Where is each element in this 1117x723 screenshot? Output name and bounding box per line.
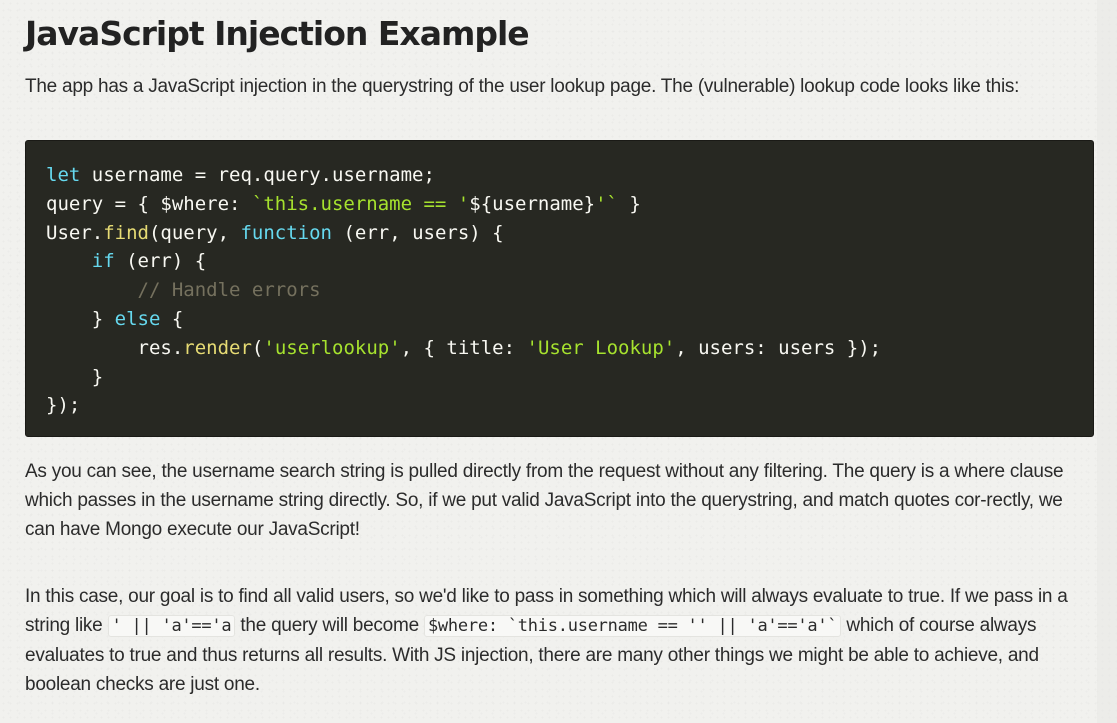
explanation-paragraph: As you can see, the username search stri… (25, 461, 1064, 540)
code-keyword: let (46, 164, 81, 186)
code-text: query = { $where: (46, 192, 252, 215)
code-text: username = req.query.username; (80, 164, 435, 186)
code-block: let username = req.query.username; query… (25, 140, 1094, 437)
code-keyword: if (91, 250, 115, 273)
code-line-4: if (err) { (46, 247, 1073, 276)
page-edge-shade (1097, 0, 1117, 723)
code-line-5: // Handle errors (46, 276, 1073, 305)
code-text: }); (46, 394, 81, 417)
inline-code-payload: ' || 'a'=='a (107, 615, 236, 637)
code-line-9: }); (46, 391, 1073, 420)
code-keyword: else (114, 307, 161, 330)
code-text: ${username} (469, 192, 596, 215)
code-line-3: User.find(query, function (err, users) { (46, 219, 1073, 248)
code-text: } (617, 192, 641, 215)
code-line-7: res.render('userlookup', { title: 'User … (46, 334, 1073, 363)
code-text: , users: users }); (675, 336, 882, 359)
code-line-2: query = { $where: `this.username == '${u… (46, 190, 1073, 219)
code-line-1: let username = req.query.username; (46, 161, 1073, 190)
injection-paragraph: In this case, our goal is to find all va… (25, 582, 1095, 699)
code-text: (query, (148, 221, 241, 244)
code-function-name: render (183, 336, 252, 359)
code-text: (err, users) { (332, 221, 504, 244)
page-title: JavaScript Injection Example (25, 14, 530, 53)
code-string: 'User Lookup' (526, 336, 676, 359)
code-text: } (46, 365, 104, 388)
code-string: '` (595, 192, 618, 215)
code-line-8: } (46, 363, 1073, 392)
code-string: `this.username == ' (251, 192, 470, 215)
code-text: (err) { (114, 250, 207, 273)
code-text: res. (137, 336, 184, 359)
code-text: User. (46, 221, 104, 244)
intro-paragraph: The app has a JavaScript injection in th… (25, 76, 1020, 97)
code-line-6: } else { (46, 305, 1073, 334)
code-string: 'userlookup' (263, 336, 401, 359)
code-text: { (160, 307, 184, 330)
code-text: ( (251, 336, 264, 359)
code-comment: // Handle errors (137, 279, 321, 302)
code-function-name: find (103, 221, 149, 244)
inline-code-query: $where: `this.username == '' || 'a'=='a'… (423, 615, 842, 637)
code-text: } (91, 307, 115, 330)
code-text: , { title: (400, 336, 527, 359)
code-keyword: function (240, 221, 332, 244)
paragraph-text: the query will become (235, 615, 424, 636)
